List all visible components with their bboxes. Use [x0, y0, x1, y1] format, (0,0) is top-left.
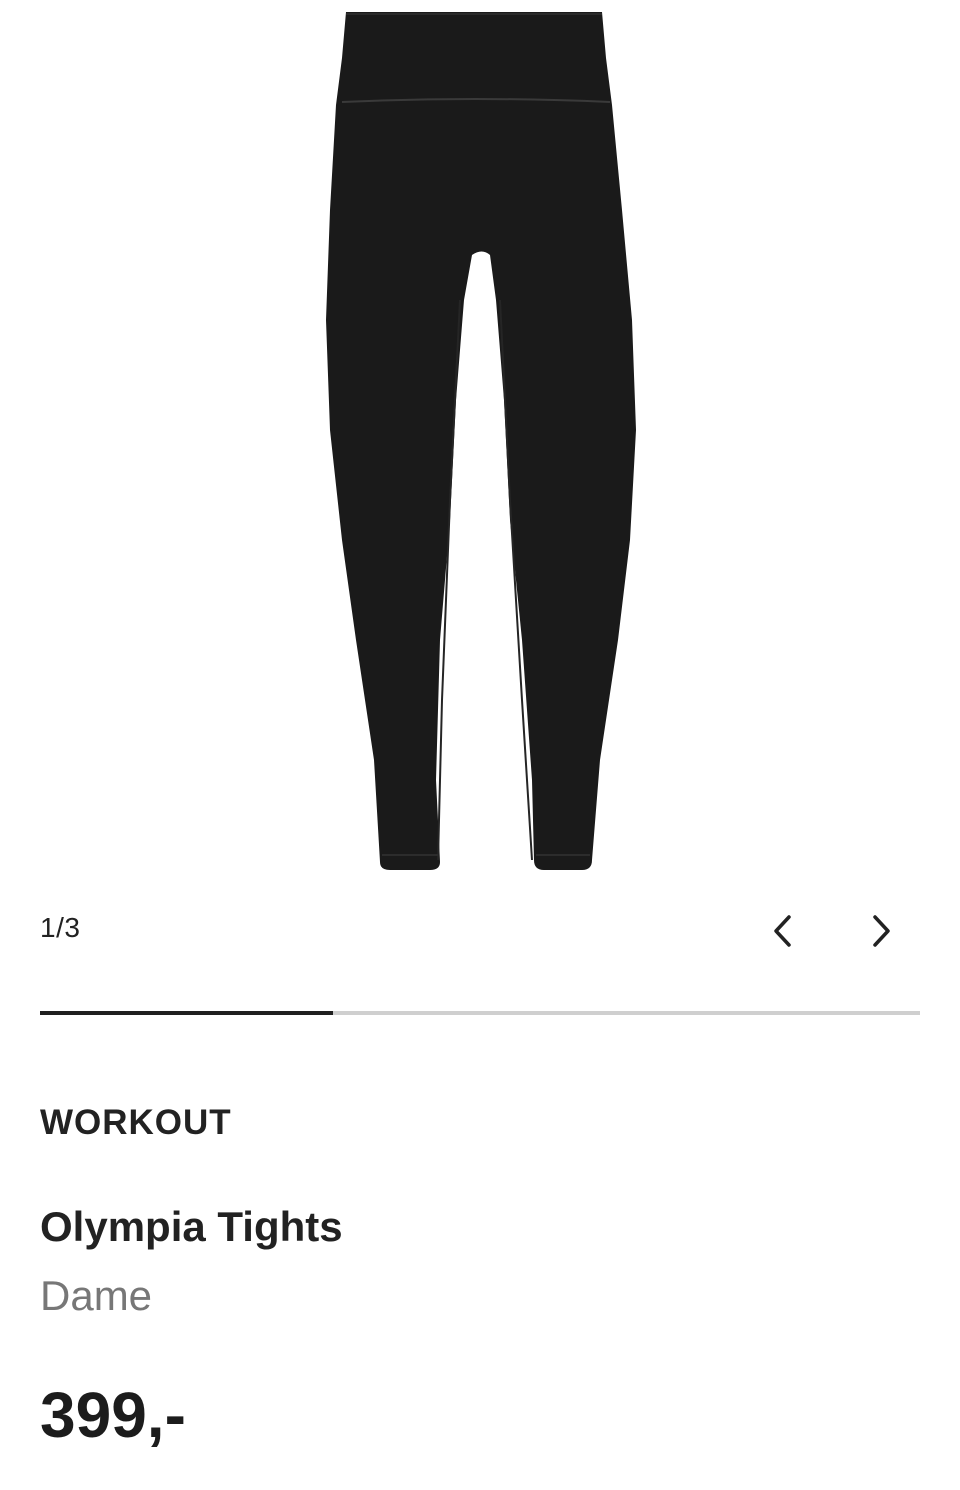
- gallery-progress-bar: [40, 1011, 920, 1015]
- product-image: [326, 12, 636, 870]
- chevron-right-icon: [873, 915, 890, 947]
- product-image-gallery[interactable]: [0, 0, 960, 890]
- next-image-button[interactable]: [853, 903, 909, 959]
- gallery-progress-fill: [40, 1011, 334, 1015]
- product-gender: Dame: [40, 1272, 153, 1319]
- gallery-counter: 1/3: [40, 912, 81, 943]
- chevron-left-icon: [774, 915, 791, 947]
- product-price: 399,-: [40, 1379, 186, 1451]
- product-name: Olympia Tights: [40, 1203, 343, 1250]
- previous-image-button[interactable]: [755, 903, 811, 959]
- leggings-shape: [326, 12, 636, 870]
- product-brand[interactable]: WORKOUT: [40, 1103, 232, 1143]
